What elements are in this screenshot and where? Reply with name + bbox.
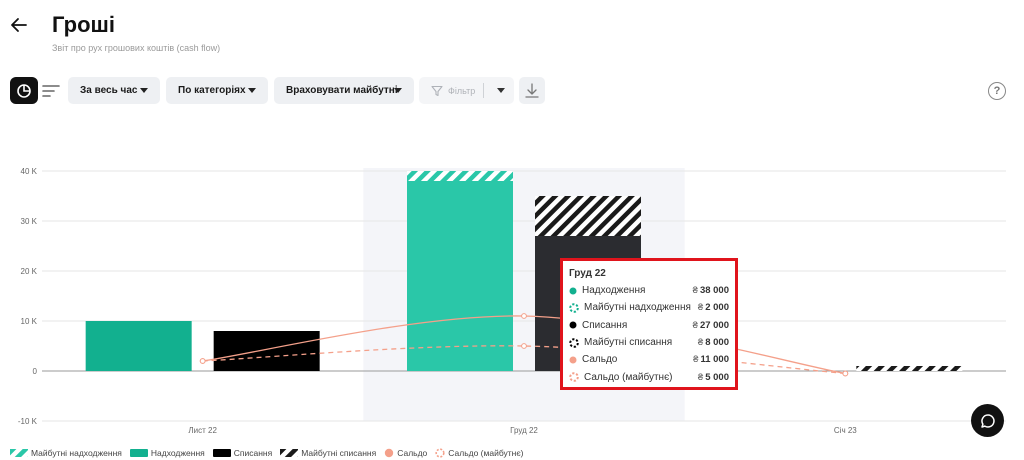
point-balance [521,313,527,319]
download-icon [525,82,539,98]
tooltip-row-value: ₴ 8 000 [697,337,729,349]
legend-item-balance[interactable]: Сальдо [384,448,427,458]
future-income-dot-icon [569,303,579,313]
future-dropdown-label: Враховувати майбутні [286,85,398,96]
point-future-balance [199,358,206,364]
tooltip-row-label: Майбутні списання [584,337,673,349]
tooltip-row-value: ₴ 11 000 [693,354,729,366]
filter-label: Фільтр [448,85,476,96]
page-title: Гроші [52,12,115,37]
period-dropdown[interactable]: За весь час [68,77,160,104]
category-dropdown[interactable]: По категоріях [166,77,268,104]
page-subtitle: Звіт про рух грошових коштів (cash flow) [52,43,221,53]
tooltip-row-future-balance: Сальдо (майбутнє) ₴ 5 000 [569,368,729,385]
tooltip-row-future-income: Майбутні надходження ₴ 2 000 [569,299,729,316]
bar-future-expense [535,196,641,236]
bar-future-expense [856,366,963,371]
chevron-down-icon [248,88,256,93]
legend-item-future-balance[interactable]: Сальдо (майбутнє) [435,448,524,458]
funnel-icon [431,85,443,96]
filter-divider [483,83,484,98]
cash-flow-chart: 40 K 30 K 20 K 10 K 0 -10 K Лист 22 Груд 22 Січ … [18,167,1006,435]
tooltip-title: Груд 22 [569,268,606,279]
legend-item-expense[interactable]: Списання [212,448,272,458]
x-tick-label: Груд 22 [510,426,538,435]
chevron-down-icon [140,88,148,93]
help-icon[interactable]: ? [988,82,1006,100]
future-dropdown[interactable]: Враховувати майбутні [274,77,414,104]
tooltip-row-label: Надходження [582,285,646,297]
list-icon [42,84,60,97]
pie-chart-view-button[interactable] [10,77,38,104]
y-tick-label: -10 K [18,417,38,426]
list-view-button[interactable] [40,77,62,104]
chevron-down-icon [394,88,402,93]
expense-swatch-icon [212,449,231,457]
x-tick-label: Січ 23 [834,426,857,435]
point-future-balance [521,343,527,349]
tooltip-row-expense: Списання ₴ 27 000 [569,317,729,334]
y-tick-label: 0 [33,367,38,376]
category-dropdown-label: По категоріях [178,85,246,96]
tooltip-row-value: ₴ 38 000 [692,285,729,297]
legend-item-future-income[interactable]: Майбутні надходження [10,448,122,458]
bar-future-income [407,171,513,181]
bar-income [407,181,513,371]
legend-item-income[interactable]: Надходження [129,448,205,458]
bar-expense [213,331,320,371]
y-tick-label: 30 K [21,217,38,226]
future-balance-dot-icon [569,372,579,382]
future-expense-dot-icon [569,337,579,348]
x-tick-label: Лист 22 [188,426,217,435]
balance-future-dot-swatch-icon [435,448,445,458]
tooltip-row-future-expense: Майбутні списання ₴ 8 000 [569,334,729,351]
pie-chart-icon [17,83,31,98]
income-dot-icon [569,287,577,295]
tooltip-row-value: ₴ 5 000 [697,371,729,383]
chat-bubble-icon [980,413,995,428]
tooltip-row-label: Майбутні надходження [584,302,691,314]
back-arrow-icon[interactable] [8,14,30,36]
chart-tooltip: Груд 22 Надходження ₴ 38 000 Майбутні над… [560,258,738,390]
income-swatch-icon [129,449,148,457]
tooltip-row-label: Сальдо [582,354,618,366]
expense-dot-icon [569,321,577,329]
tooltip-row-value: ₴ 27 000 [692,319,729,331]
download-button[interactable] [519,77,545,104]
chevron-down-icon[interactable] [497,88,505,93]
y-tick-label: 10 K [21,317,38,326]
y-tick-label: 40 K [21,167,38,176]
expense-hatch-swatch-icon [280,449,299,457]
tooltip-row-value: ₴ 2 000 [697,302,729,314]
filter-button[interactable]: Фільтр [419,77,514,104]
chat-button[interactable] [971,404,1004,437]
tooltip-row-label: Списання [582,319,628,331]
tooltip-row-label: Сальдо (майбутнє) [584,371,673,383]
legend-item-future-expense[interactable]: Майбутні списання [280,448,376,458]
income-hatch-swatch-icon [10,449,28,457]
balance-dot-swatch-icon [385,448,394,458]
bar-income [85,321,192,371]
balance-dot-icon [569,356,577,364]
tooltip-row-income: Надходження ₴ 38 000 [569,282,729,299]
y-tick-label: 20 K [21,267,38,276]
chart-legend: Майбутні надходження Надходження Списанн… [10,446,532,460]
tooltip-row-balance: Сальдо ₴ 11 000 [569,351,729,368]
period-dropdown-label: За весь час [80,85,138,96]
point-future-balance [842,370,849,377]
